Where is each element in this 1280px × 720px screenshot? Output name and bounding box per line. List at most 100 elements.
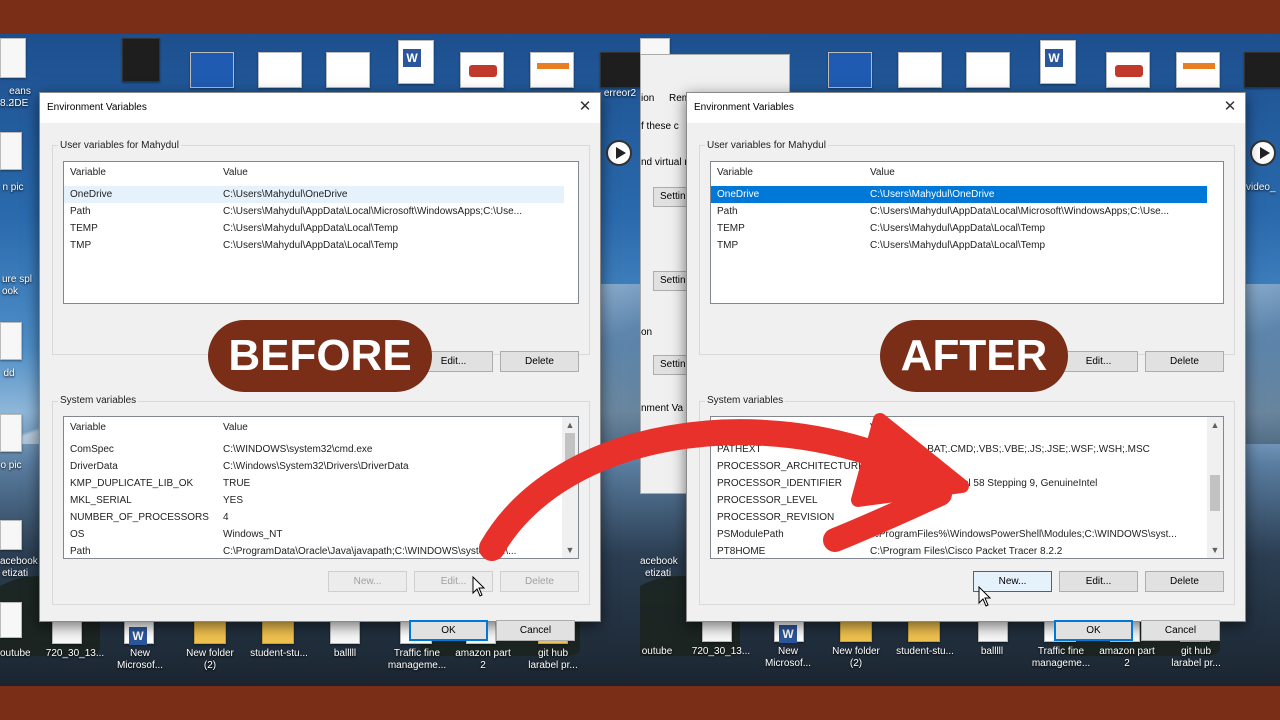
close-icon[interactable]: ✕ — [576, 98, 594, 116]
table-row[interactable]: KMP_DUPLICATE_LIB_OK TRUE — [64, 475, 562, 492]
variable-value: 3a09 — [870, 512, 893, 523]
word-document-icon[interactable] — [398, 40, 434, 84]
desktop-icon[interactable] — [0, 322, 22, 360]
column-header-value[interactable]: Value — [870, 167, 895, 178]
ok-button[interactable]: OK — [409, 620, 488, 641]
table-row[interactable]: Path C:\Users\Mahydul\AppData\Local\Micr… — [64, 203, 564, 220]
desktop-icon[interactable] — [326, 52, 370, 88]
desktop-icon-label: student-stu... — [896, 646, 954, 657]
column-header-value[interactable]: Value — [223, 167, 248, 178]
user-variables-list[interactable]: Variable Value OneDrive C:\Users\Mahydul… — [710, 161, 1224, 304]
table-row[interactable]: TEMP C:\Users\Mahydul\AppData\Local\Temp — [711, 220, 1207, 237]
environment-variables-button[interactable]: nment Va — [641, 403, 683, 414]
folder-icon[interactable] — [262, 620, 294, 644]
column-header-variable[interactable]: Variable — [70, 167, 106, 178]
media-player-icon[interactable] — [606, 140, 632, 166]
system-new-button[interactable]: New... — [328, 571, 407, 592]
table-row[interactable]: TMP C:\Users\Mahydul\AppData\Local\Temp — [711, 237, 1207, 254]
column-header-value[interactable]: Value — [223, 422, 248, 433]
desktop-icon[interactable] — [1176, 52, 1220, 88]
desktop-icon[interactable] — [828, 52, 872, 88]
scroll-down-icon[interactable]: ▼ — [562, 542, 578, 558]
system-variables-list[interactable]: Variable Value PATHEXT .COM;.EXE;.BAT;.CM… — [710, 416, 1224, 559]
ok-button[interactable]: OK — [1054, 620, 1133, 641]
desktop-icon-label: New Microsof... — [116, 648, 164, 671]
desktop-icon[interactable] — [0, 132, 22, 170]
table-row[interactable]: PSModulePath %ProgramFiles%\WindowsPowerS… — [711, 526, 1207, 543]
table-row[interactable]: TMP C:\Users\Mahydul\AppData\Local\Temp — [64, 237, 564, 254]
table-row[interactable]: MKL_SERIAL YES — [64, 492, 562, 509]
desktop-icon[interactable] — [898, 52, 942, 88]
vertical-scrollbar[interactable]: ▲ ▼ — [1207, 417, 1223, 558]
user-delete-button[interactable]: Delete — [500, 351, 579, 372]
table-row[interactable]: DriverData C:\Windows\System32\Drivers\Dr… — [64, 458, 562, 475]
variable-name: PROCESSOR_REVISION — [717, 512, 835, 523]
table-row[interactable]: ComSpec C:\WINDOWS\system32\cmd.exe — [64, 441, 562, 458]
folder-icon[interactable] — [194, 620, 226, 644]
cancel-button[interactable]: Cancel — [496, 620, 575, 641]
system-delete-button[interactable]: Delete — [1145, 571, 1224, 592]
variable-value: 4 — [223, 512, 229, 523]
desktop-icon[interactable] — [966, 52, 1010, 88]
desktop-icon[interactable] — [0, 602, 22, 638]
desktop-icon[interactable] — [0, 414, 22, 452]
cancel-button[interactable]: Cancel — [1141, 620, 1220, 641]
table-row[interactable]: OneDrive C:\Users\Mahydul\OneDrive — [64, 186, 564, 203]
variable-value: C:\ProgramData\Oracle\Java\javapath;C:\W… — [223, 546, 517, 557]
tab-advanced[interactable]: ion — [641, 93, 654, 104]
table-row[interactable]: PROCESSOR_ARCHITECTURE AMD64 — [711, 458, 1207, 475]
desktop-icon-label: New Microsof... — [764, 646, 812, 669]
system-variables-list[interactable]: Variable Value ComSpec C:\WINDOWS\system3… — [63, 416, 579, 559]
vertical-scrollbar[interactable]: ▲ ▼ — [562, 417, 578, 558]
desktop-icon[interactable] — [0, 38, 26, 78]
scroll-up-icon[interactable]: ▲ — [562, 417, 578, 433]
variable-value: Intel64 Family 6 Model 58 Stepping 9, Ge… — [870, 478, 1098, 489]
table-row[interactable]: NUMBER_OF_PROCESSORS 4 — [64, 509, 562, 526]
variable-value: C:\Users\Mahydul\AppData\Local\Temp — [223, 223, 399, 234]
table-row[interactable]: PROCESSOR_IDENTIFIER Intel64 Family 6 Mod… — [711, 475, 1207, 492]
system-edit-button[interactable]: Edit... — [1059, 571, 1138, 592]
desktop-icon[interactable] — [600, 52, 640, 88]
top-banner — [0, 0, 1280, 34]
desktop-icon[interactable] — [258, 52, 302, 88]
user-delete-button[interactable]: Delete — [1145, 351, 1224, 372]
desktop-icon[interactable] — [530, 52, 574, 88]
desktop-icon[interactable] — [330, 620, 360, 644]
table-row[interactable]: Path C:\ProgramData\Oracle\Java\javapath;… — [64, 543, 562, 558]
scroll-thumb[interactable] — [565, 433, 575, 469]
table-row[interactable]: PROCESSOR_LEVEL 6 — [711, 492, 1207, 509]
desktop-icon[interactable] — [0, 520, 22, 550]
user-edit-button[interactable]: Edit... — [1059, 351, 1138, 372]
system-delete-button[interactable]: Delete — [500, 571, 579, 592]
table-row[interactable]: PT8HOME C:\Program Files\Cisco Packet Tra… — [711, 543, 1207, 558]
desktop-icon-label: 8.2 — [0, 98, 14, 109]
scroll-up-icon[interactable]: ▲ — [1207, 417, 1223, 433]
column-header-variable[interactable]: Variable — [717, 167, 753, 178]
desktop-icon[interactable] — [1106, 52, 1150, 88]
table-row[interactable]: OS Windows_NT — [64, 526, 562, 543]
column-header-variable[interactable]: Variable — [717, 422, 753, 433]
desktop-icon[interactable] — [190, 52, 234, 88]
scroll-thumb[interactable] — [1210, 475, 1220, 511]
close-icon[interactable]: ✕ — [1221, 98, 1239, 116]
desktop-icon[interactable] — [122, 38, 160, 82]
variable-name: OneDrive — [70, 189, 113, 200]
user-variables-list[interactable]: Variable Value OneDrive C:\Users\Mahydul… — [63, 161, 579, 304]
desktop-icon[interactable] — [460, 52, 504, 88]
table-row[interactable]: PROCESSOR_REVISION 3a09 — [711, 509, 1207, 526]
table-row[interactable]: Path C:\Users\Mahydul\AppData\Local\Micr… — [711, 203, 1207, 220]
column-header-value[interactable]: Value — [870, 422, 895, 433]
desktop-icon-label: etizati — [644, 568, 672, 579]
media-player-icon[interactable] — [1250, 140, 1276, 166]
word-document-icon[interactable] — [1040, 40, 1076, 84]
variable-name: TEMP — [70, 223, 98, 234]
table-row[interactable]: TEMP C:\Users\Mahydul\AppData\Local\Temp — [64, 220, 564, 237]
column-header-variable[interactable]: Variable — [70, 422, 106, 433]
desktop-icon[interactable] — [1244, 52, 1280, 88]
table-row[interactable]: OneDrive C:\Users\Mahydul\OneDrive — [711, 186, 1207, 203]
variable-value: %ProgramFiles%\WindowsPowerShell\Modules… — [870, 529, 1177, 540]
table-row[interactable]: PATHEXT .COM;.EXE;.BAT;.CMD;.VBS;.VBE;.JS… — [711, 441, 1207, 458]
variable-value: YES — [223, 495, 244, 506]
desktop-icon-label: student-stu... — [250, 648, 308, 659]
scroll-down-icon[interactable]: ▼ — [1207, 542, 1223, 558]
